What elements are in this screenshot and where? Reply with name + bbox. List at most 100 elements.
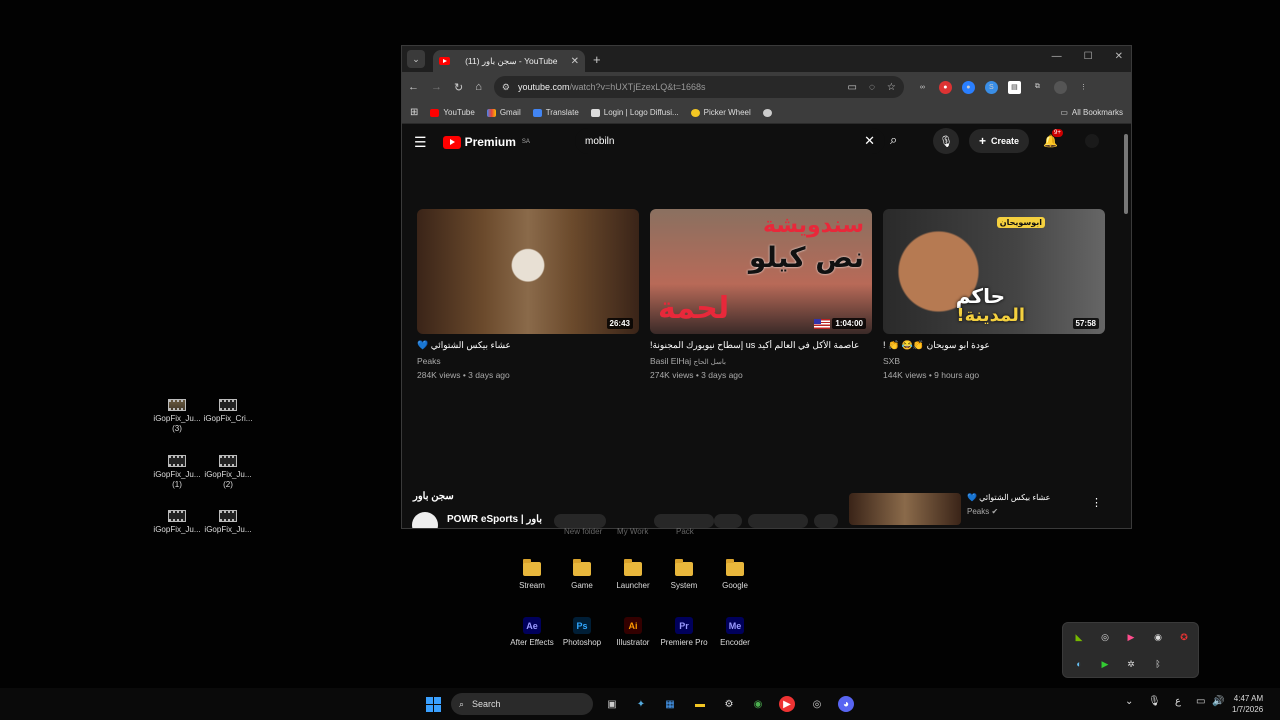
extension-glasses-icon[interactable]: ∞ <box>916 81 929 94</box>
app-photoshop[interactable]: Ps Photoshop <box>556 617 608 647</box>
menu-icon[interactable]: ☰ <box>414 134 427 151</box>
media-app-icon[interactable]: ▶ <box>779 696 795 712</box>
bookmark-translate[interactable]: Translate <box>532 108 579 117</box>
tray-overflow-chevron-icon[interactable]: ⌄ <box>1125 696 1133 707</box>
nvidia-icon[interactable]: ◣ <box>1073 631 1085 643</box>
back-icon[interactable]: ← <box>408 81 419 93</box>
discord-icon[interactable]: ◉ <box>1152 631 1164 643</box>
media-player-icon[interactable]: ▶ <box>1125 631 1137 643</box>
menu-dots-icon[interactable]: ⋮ <box>1077 81 1090 94</box>
mic-icon[interactable]: 🎙 <box>1148 696 1161 707</box>
dislike-button[interactable] <box>714 514 742 528</box>
new-tab-button[interactable]: + <box>593 52 601 67</box>
close-tab-icon[interactable]: ✕ <box>571 56 579 67</box>
reload-icon[interactable]: ↻ <box>454 81 463 94</box>
discord-taskbar-icon[interactable]: ◕ <box>838 696 854 712</box>
extensions-puzzle-icon[interactable]: ⧉ <box>1031 81 1044 94</box>
browser-tab[interactable]: (11) سجن باور - YouTube ✕ <box>433 50 585 72</box>
video-card[interactable]: ابوسويحان حاكم المدينة! 57:58 عودة ابو س… <box>883 209 1105 380</box>
desktop-file-icon[interactable]: iGopFix_Ju... <box>151 510 203 535</box>
video-card[interactable]: سندويشة نص كيلو لحمة 1:04:00 عاصمة الأكل… <box>650 209 872 380</box>
eye-off-icon[interactable]: ◌ <box>869 82 875 93</box>
voice-search-button[interactable]: 🎙 <box>933 128 959 154</box>
site-info-icon[interactable]: ⚙ <box>502 82 510 93</box>
video-card[interactable]: 26:43 عشاء بيكس الشتوائي 💙 Peaks 284K vi… <box>417 209 639 380</box>
desktop-file-icon[interactable]: iGopFix_Ju... (2) <box>202 455 254 490</box>
volume-icon[interactable]: 🔊 <box>1212 696 1224 707</box>
bookmark-youtube[interactable]: YouTube <box>430 108 475 117</box>
like-button[interactable] <box>654 514 714 528</box>
bookmark-globe[interactable] <box>762 108 772 117</box>
app-after-effects[interactable]: Ae After Effects <box>506 617 558 647</box>
app-illustrator[interactable]: Ai Illustrator <box>607 617 659 647</box>
desktop-file-icon[interactable]: iGopFix_Ju... (3) <box>151 399 203 434</box>
system-clock[interactable]: 4:47 AM 1/7/2026 <box>1232 693 1263 715</box>
folder-launcher[interactable]: Launcher <box>607 559 659 590</box>
taskbar-search[interactable]: ⌕ Search <box>451 693 593 715</box>
video-thumbnail[interactable]: ابوسويحان حاكم المدينة! 57:58 <box>883 209 1105 334</box>
youtube-premium-logo[interactable]: Premium SA <box>442 135 530 149</box>
video-thumbnail[interactable]: سندويشة نص كيلو لحمة 1:04:00 <box>650 209 872 334</box>
search-icon[interactable]: ⌕ <box>890 132 897 148</box>
windows-start-icon[interactable] <box>426 697 441 712</box>
address-bar[interactable]: ⚙ youtube.com/watch?v=hUXTjEzexLQ&t=1668… <box>493 76 904 98</box>
store-icon[interactable]: ▦ <box>662 696 678 712</box>
profile-avatar-icon[interactable] <box>1053 80 1067 94</box>
bookmark-star-icon[interactable]: ☆ <box>887 82 896 93</box>
app-premiere-pro[interactable]: Pr Premiere Pro <box>658 617 710 647</box>
steam-taskbar-icon[interactable]: ◎ <box>809 696 825 712</box>
more-actions-button[interactable] <box>814 514 838 528</box>
extension-shield-icon[interactable]: S <box>984 80 998 94</box>
video-thumbnail[interactable]: 26:43 <box>417 209 639 334</box>
bluetooth-icon[interactable]: ᛒ <box>1152 658 1164 670</box>
up-next-item[interactable]: عشاء بيكس الشتوائي 💙 Peaks ✔ <box>849 493 1050 525</box>
desktop-file-icon[interactable]: iGopFix_Cri... <box>202 399 254 424</box>
channel-name[interactable]: Basil ElHaj باسل الحاج <box>650 356 872 366</box>
subscribe-button[interactable] <box>554 514 606 528</box>
extension-doc-icon[interactable]: ▤ <box>1007 80 1021 94</box>
more-options-icon[interactable]: ⋮ <box>1091 496 1102 509</box>
settings-icon[interactable]: ⚙ <box>721 696 737 712</box>
install-app-icon[interactable]: ▭ <box>848 82 857 93</box>
chrome-icon[interactable]: ◉ <box>750 696 766 712</box>
home-icon[interactable]: ⌂ <box>475 81 482 93</box>
gear-icon[interactable]: ✲ <box>1125 658 1137 670</box>
desktop-file-icon[interactable]: iGopFix_Ju... <box>202 510 254 535</box>
app-media-encoder[interactable]: Me Encoder <box>709 617 761 647</box>
apps-grid-icon[interactable]: ⊞ <box>410 107 418 118</box>
bookmark-picker-wheel[interactable]: Picker Wheel <box>690 108 751 117</box>
close-window-icon[interactable]: ✕ <box>1115 51 1123 62</box>
create-button[interactable]: + Create <box>969 129 1030 153</box>
notifications-button[interactable]: 🔔 9+ <box>1043 129 1063 148</box>
all-bookmarks[interactable]: ▭ All Bookmarks <box>1060 108 1123 117</box>
forward-icon[interactable]: → <box>431 81 442 93</box>
bookmark-gmail[interactable]: Gmail <box>486 108 521 117</box>
desktop-file-icon[interactable]: iGopFix_Ju... (1) <box>151 455 203 490</box>
tab-search-button[interactable]: ⌄ <box>407 50 425 68</box>
clear-search-icon[interactable]: ✕ <box>864 133 875 149</box>
bookmark-logo-diffusion[interactable]: Login | Logo Diffusi... <box>590 108 679 117</box>
copilot-icon[interactable]: ✦ <box>633 696 649 712</box>
network-icon[interactable]: ▭ <box>1196 696 1205 707</box>
folder-system[interactable]: System <box>658 559 710 590</box>
extension-blue-icon[interactable]: ● <box>961 80 975 94</box>
steam-icon[interactable]: ◐ <box>1073 658 1085 670</box>
file-explorer-icon[interactable]: ▬ <box>692 696 708 712</box>
task-view-icon[interactable]: ▣ <box>604 696 620 712</box>
maximize-icon[interactable]: ☐ <box>1084 51 1093 62</box>
account-avatar[interactable] <box>1085 134 1099 148</box>
channel-avatar[interactable] <box>412 512 438 528</box>
share-button[interactable] <box>748 514 808 528</box>
search-input[interactable]: mobiln ✕ <box>575 128 885 154</box>
up-next-thumbnail[interactable] <box>849 493 961 525</box>
play-icon[interactable]: ▶ <box>1099 658 1111 670</box>
chat-icon[interactable]: ◎ <box>1099 631 1111 643</box>
page-scrollbar[interactable] <box>1123 124 1129 528</box>
scrollbar-thumb[interactable] <box>1124 134 1128 214</box>
folder-google[interactable]: Google <box>709 559 761 590</box>
security-icon[interactable]: ✪ <box>1178 631 1190 643</box>
folder-game[interactable]: Game <box>556 559 608 590</box>
folder-stream[interactable]: Stream <box>506 559 558 590</box>
extension-fire-icon[interactable]: ● <box>938 80 952 94</box>
minimize-icon[interactable]: — <box>1052 51 1062 62</box>
